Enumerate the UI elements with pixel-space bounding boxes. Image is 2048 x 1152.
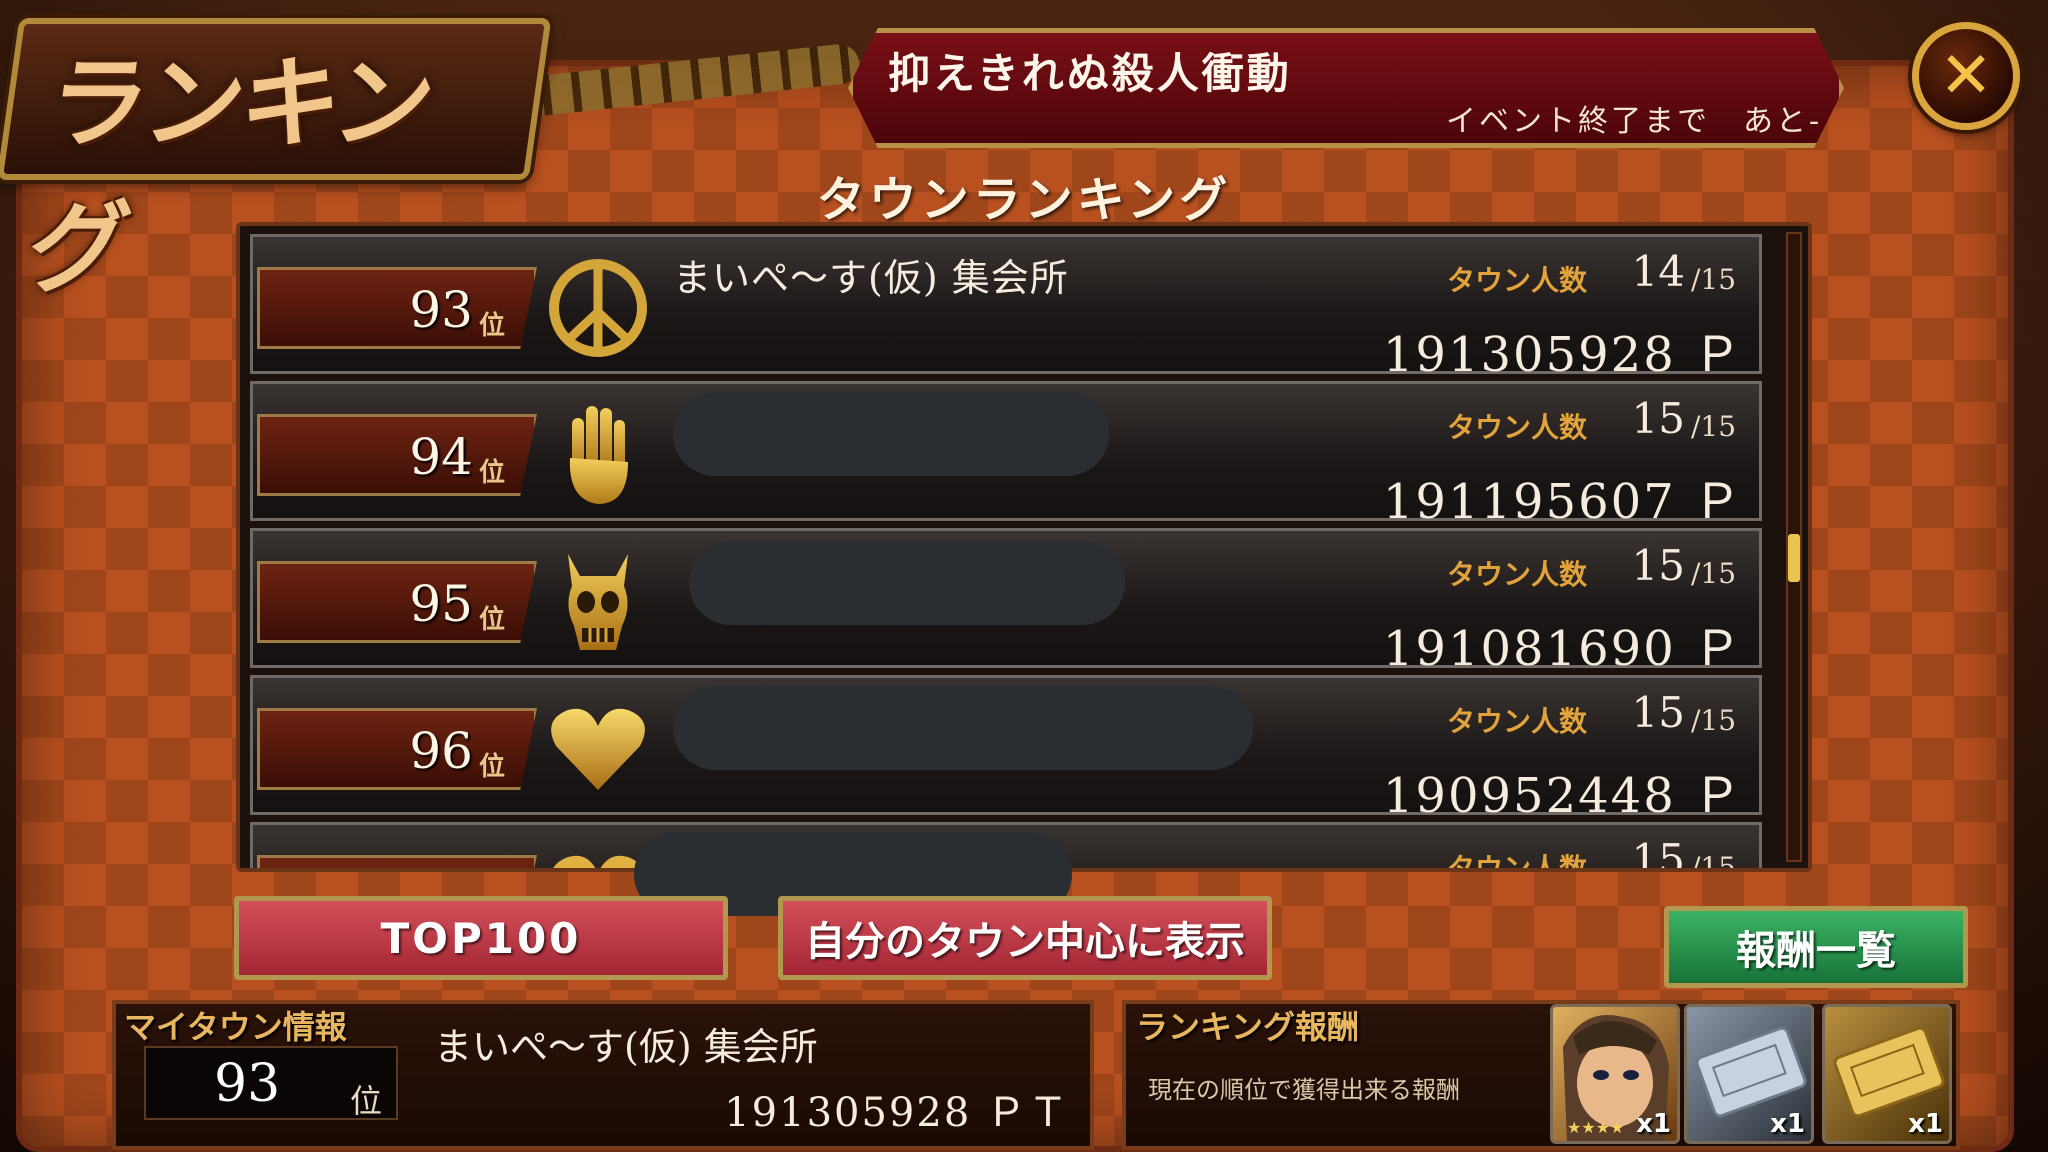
redacted-town-name xyxy=(689,541,1125,625)
ranking-row[interactable]: 96 位 タウン人数 15 /15 190952448 ＰＴ xyxy=(250,675,1762,868)
town-name: まいぺ～す(仮) 集会所 xyxy=(673,256,1069,300)
members-label: タウン人数 xyxy=(1447,411,1588,444)
reward-quantity: x1 xyxy=(1770,1109,1805,1139)
members-label: タウン人数 xyxy=(1447,558,1588,591)
reward-item[interactable]: x1 xyxy=(1684,1004,1814,1144)
members-max: /15 xyxy=(1691,851,1737,872)
rank-plate xyxy=(257,855,537,868)
members-count: 15 xyxy=(1631,541,1685,590)
skull-icon xyxy=(543,547,653,657)
rank-number: 96 xyxy=(409,722,473,780)
scrollbar-thumb[interactable] xyxy=(1788,534,1800,582)
my-town-name: まいぺ～す(仮) 集会所 xyxy=(434,1025,818,1069)
show-my-town-button[interactable]: 自分のタウン中心に表示 xyxy=(778,896,1272,980)
members-count: 15 xyxy=(1631,835,1685,872)
redacted-town-name xyxy=(673,392,1109,476)
members-max: /15 xyxy=(1691,263,1737,296)
my-rank-suffix: 位 xyxy=(350,1082,383,1120)
rank-number: 95 xyxy=(409,575,473,633)
rank-suffix: 位 xyxy=(479,752,506,782)
members-label: タウン人数 xyxy=(1447,852,1588,872)
my-town-label: マイタウン情報 xyxy=(124,1008,347,1046)
event-title: 抑えきれぬ殺人衝動 xyxy=(888,49,1292,98)
close-icon: ✕ xyxy=(1939,39,1993,113)
close-button[interactable]: ✕ xyxy=(1912,22,2020,130)
reward-list-button[interactable]: 報酬一覧 xyxy=(1664,906,1968,988)
members-count: 15 xyxy=(1631,688,1685,737)
svg-text:★★★★: ★★★★ xyxy=(1567,1118,1624,1137)
ranking-row[interactable]: 93 位 まいぺ～す(仮) 集会所 タウン人数 14 /15 191305928… xyxy=(250,234,1762,453)
members-max: /15 xyxy=(1691,557,1737,590)
peace-icon xyxy=(543,253,653,363)
event-remaining-time: イベント終了まで あと- xyxy=(1446,104,1823,139)
members-label: タウン人数 xyxy=(1447,705,1588,738)
my-rank-number: 93 xyxy=(214,1054,281,1114)
members-max: /15 xyxy=(1691,704,1737,737)
ranking-reward-label: ランキング報酬 xyxy=(1136,1008,1360,1046)
rank-number: 94 xyxy=(409,428,473,486)
ranking-list[interactable]: 93 位 まいぺ～す(仮) 集会所 タウン人数 14 /15 191305928… xyxy=(236,222,1812,872)
rank-suffix: 位 xyxy=(479,605,506,635)
heart-icon xyxy=(543,694,653,804)
reward-quantity: x1 xyxy=(1908,1109,1943,1139)
ranking-row[interactable]: 94 位 タウン人数 15 /15 191195607 ＰＴ xyxy=(250,381,1762,600)
reward-item[interactable]: ★★★★ x1 xyxy=(1550,1004,1680,1144)
rank-suffix: 位 xyxy=(479,311,506,341)
hand-icon xyxy=(543,400,653,510)
reward-item[interactable]: x1 xyxy=(1822,1004,1952,1144)
members-count: 14 xyxy=(1631,247,1685,296)
members-max: /15 xyxy=(1691,410,1737,443)
members-count: 15 xyxy=(1631,394,1685,443)
my-town-points: 191305928 ＰＴ xyxy=(724,1090,1070,1136)
rank-number: 93 xyxy=(409,281,473,339)
redacted-town-name xyxy=(673,686,1253,770)
top100-button[interactable]: TOP100 xyxy=(234,896,728,980)
rank-suffix: 位 xyxy=(479,458,506,488)
ranking-screen: ランキング 抑えきれぬ殺人衝動 イベント終了まで あと- ✕ タウンランキング … xyxy=(0,0,2048,1152)
members-label: タウン人数 xyxy=(1447,264,1588,297)
ranking-row[interactable]: 95 位 タウン人数 15 /15 191081690 ＰＴ xyxy=(250,528,1762,747)
ranking-reward-description: 現在の順位で獲得出来る報酬 xyxy=(1148,1076,1460,1104)
reward-quantity: x1 xyxy=(1636,1109,1671,1139)
section-title: タウンランキング xyxy=(816,172,1232,228)
